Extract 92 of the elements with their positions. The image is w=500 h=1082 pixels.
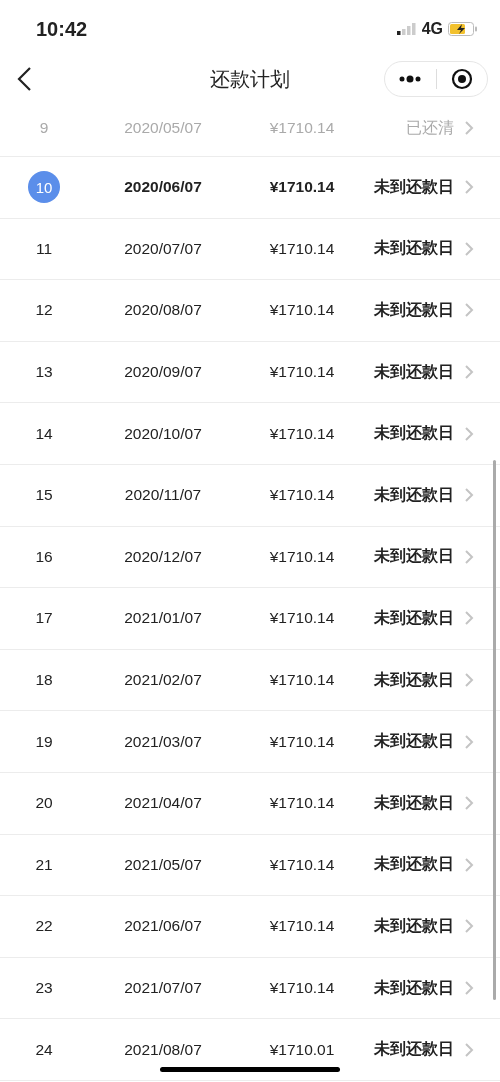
status-label: 未到还款日 [373, 915, 454, 936]
period-number: 18 [35, 671, 53, 690]
due-date: 2021/08/07 [123, 1040, 203, 1059]
status-label: 未到还款日 [373, 1039, 454, 1060]
page-title: 还款计划 [210, 67, 290, 90]
period-number: 13 [35, 363, 53, 382]
chevron-icon [464, 856, 474, 873]
period-number: 22 [35, 917, 53, 936]
chevron-icon [464, 364, 474, 381]
period-number: 16 [35, 547, 53, 566]
period-number: 19 [35, 732, 53, 751]
status-label: 未到还款日 [373, 361, 454, 382]
more-icon[interactable] [399, 75, 422, 83]
due-date: 2021/05/07 [123, 855, 203, 874]
period-number: 9 [39, 119, 49, 137]
due-date: 2021/03/07 [123, 732, 203, 751]
signal-icon [396, 23, 417, 35]
period-number: 15 [35, 486, 53, 505]
network-label: 4G [421, 20, 443, 38]
amount: ¥1710.14 [268, 178, 336, 197]
due-date: 2020/05/07 [123, 119, 203, 137]
period-number: 17 [35, 609, 53, 628]
chevron-icon [464, 240, 474, 257]
chevron-icon [464, 548, 474, 565]
amount: ¥1710.14 [268, 424, 336, 443]
schedule-row[interactable]: 13 2020/09/07 ¥1710.14 未到还款日 [0, 341, 500, 404]
period-number: 21 [35, 855, 53, 874]
amount: ¥1710.01 [268, 1040, 336, 1059]
schedule-row[interactable]: 12 2020/08/07 ¥1710.14 未到还款日 [0, 280, 500, 342]
chevron-icon [464, 120, 474, 136]
due-date: 2021/01/07 [123, 609, 203, 628]
schedule-row[interactable]: 11 2020/07/07 ¥1710.14 未到还款日 [0, 218, 500, 281]
due-date: 2020/09/07 [123, 363, 203, 382]
status-time: 10:42 [36, 17, 88, 41]
status-label: 未到还款日 [373, 238, 454, 259]
amount: ¥1710.14 [268, 486, 336, 505]
due-date: 2020/08/07 [123, 301, 203, 320]
chevron-icon [464, 302, 474, 319]
due-date: 2020/11/07 [123, 486, 203, 505]
chevron-icon [464, 179, 474, 196]
status-label: 未到还款日 [373, 731, 454, 752]
period-number: 14 [35, 424, 53, 443]
close-icon[interactable] [450, 68, 473, 90]
status-label: 未到还款日 [373, 484, 454, 505]
period-number: 24 [35, 1040, 53, 1059]
status-label: 未到还款日 [373, 300, 454, 320]
chevron-icon [464, 918, 474, 935]
amount: ¥1710.14 [268, 363, 336, 382]
status-label: 未到还款日 [373, 607, 454, 628]
due-date: 2020/12/07 [123, 547, 203, 566]
chevron-icon [464, 1041, 474, 1058]
period-number: 11 [35, 239, 53, 258]
amount: ¥1710.14 [268, 732, 336, 751]
schedule-row[interactable]: 10 2020/06/07 ¥1710.14 未到还款日 [0, 157, 500, 219]
due-date: 2020/07/07 [123, 239, 203, 258]
chevron-icon [464, 795, 474, 812]
battery-icon [448, 22, 478, 36]
chevron-icon [464, 487, 474, 504]
period-number: 12 [35, 301, 53, 320]
period-badge: 10 [28, 171, 60, 204]
chevron-icon [464, 733, 474, 750]
amount: ¥1710.14 [268, 547, 336, 566]
schedule-row[interactable]: 14 2020/10/07 ¥1710.14 未到还款日 [0, 403, 500, 465]
amount: ¥1710.14 [268, 917, 336, 936]
amount: ¥1710.14 [268, 671, 336, 690]
status-label: 未到还款日 [373, 546, 454, 567]
amount: ¥1710.14 [268, 301, 336, 320]
due-date: 2020/06/07 [123, 178, 203, 197]
amount: ¥1710.14 [268, 979, 336, 997]
due-date: 2021/06/07 [123, 917, 203, 936]
due-date: 2021/02/07 [123, 671, 203, 690]
due-date: 2021/04/07 [123, 794, 203, 813]
due-date: 2021/07/07 [123, 979, 203, 997]
chevron-icon [464, 672, 474, 689]
period-number: 20 [35, 794, 53, 813]
period-number: 23 [35, 979, 53, 997]
amount: ¥1710.14 [268, 794, 336, 813]
amount: ¥1710.14 [268, 239, 336, 258]
chevron-icon [464, 980, 474, 996]
status-label: 未到还款日 [373, 669, 454, 690]
amount: ¥1710.14 [268, 119, 336, 137]
status-label: 未到还款日 [373, 176, 454, 197]
chevron-icon [464, 425, 474, 442]
status-label: 未到还款日 [373, 977, 454, 998]
amount: ¥1710.14 [268, 609, 336, 628]
status-label: 未到还款日 [373, 854, 454, 875]
status-label: 未到还款日 [373, 792, 454, 813]
status-label: 已还清 [405, 117, 454, 138]
due-date: 2020/10/07 [123, 424, 203, 443]
status-label: 未到还款日 [373, 423, 454, 444]
amount: ¥1710.14 [268, 855, 336, 874]
chevron-icon [464, 610, 474, 627]
